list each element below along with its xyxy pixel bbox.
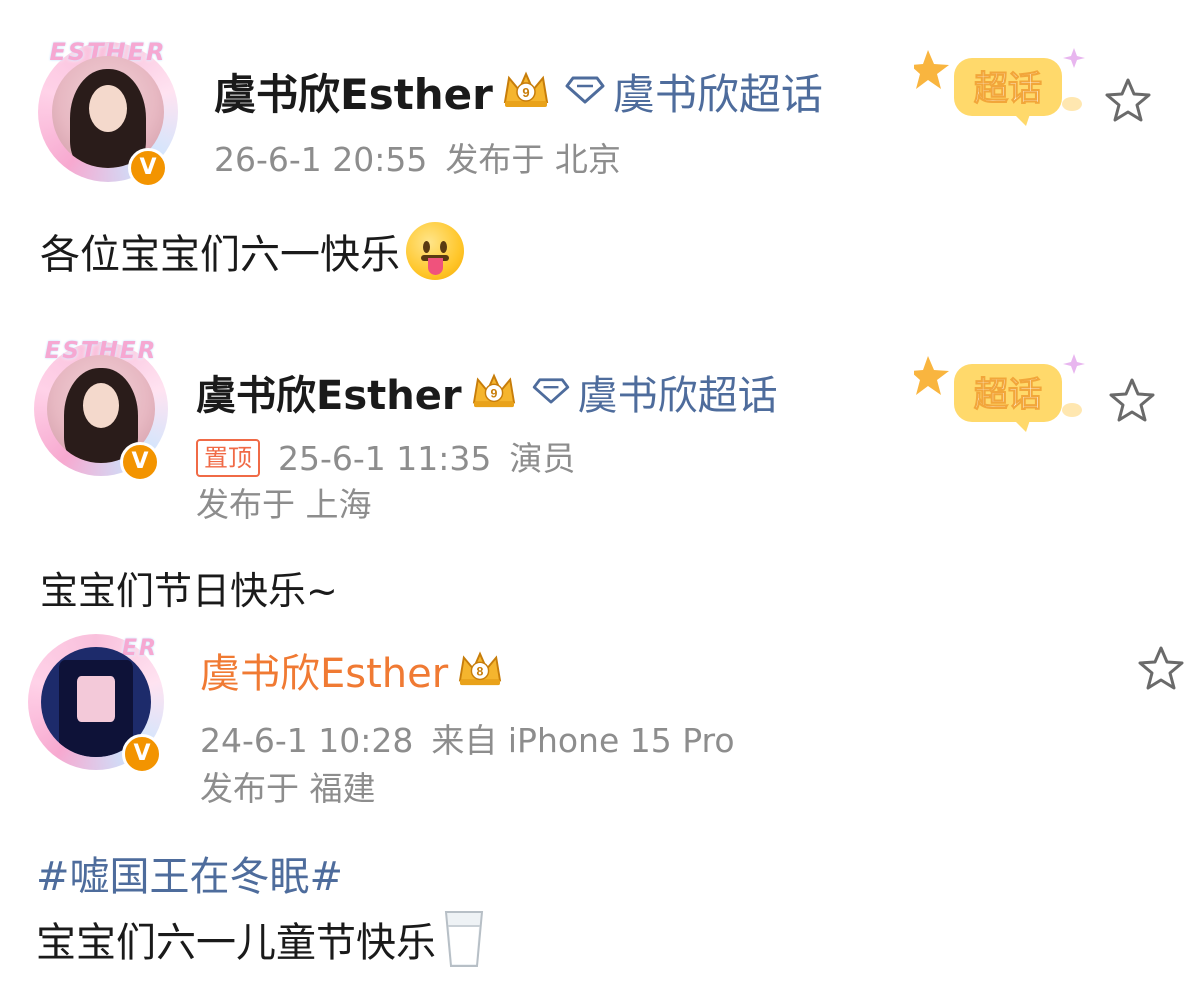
post-timestamp: 26-6-1 20:55 xyxy=(214,140,428,179)
crown-level-number: 9 xyxy=(522,85,529,100)
author-avatar[interactable]: ER V xyxy=(28,634,164,774)
crown-level-number: 9 xyxy=(490,387,497,401)
post-location: 发布于 上海 xyxy=(196,485,372,524)
favorite-star-icon[interactable] xyxy=(1136,644,1186,694)
supertopic-diamond-icon xyxy=(565,74,605,108)
post-source: 来自 iPhone 15 Pro xyxy=(431,721,735,760)
post-1: ESTHER V 虞书欣Esther 9 虞书欣超话 26-6-1 20:55 发… xyxy=(0,0,1197,320)
chaohua-badge-label: 超话 xyxy=(974,375,1042,415)
author-name[interactable]: 虞书欣Esther xyxy=(214,61,493,122)
author-avatar[interactable]: ESTHER V xyxy=(34,338,168,482)
post-text: 宝宝们六一儿童节快乐 xyxy=(36,920,436,966)
pinned-badge: 置顶 xyxy=(196,439,260,477)
verified-badge-icon: V xyxy=(120,442,160,482)
verified-badge-icon: V xyxy=(122,734,162,774)
post-text: 各位宝宝们六一快乐 xyxy=(40,232,400,278)
post-meta: 置顶 25-6-1 11:35 演员 xyxy=(196,432,593,480)
supertopic-link[interactable]: 虞书欣超话 xyxy=(578,363,778,421)
crown-level-icon: 9 xyxy=(470,370,518,414)
post-location: 发布于 北京 xyxy=(445,140,621,179)
hashtag-link[interactable]: #嘘国王在冬眠# xyxy=(36,844,343,902)
chaohua-badge[interactable]: 超话 xyxy=(910,40,1090,130)
supertopic-diamond-icon xyxy=(532,376,570,408)
author-role: 演员 xyxy=(509,439,576,478)
crown-level-icon: 8 xyxy=(456,648,504,692)
milk-glass-emoji xyxy=(442,908,486,980)
post-2: ESTHER V 虞书欣Esther 9 虞书欣超话 置顶 25-6-1 11:3… xyxy=(0,320,1197,620)
post-3: ER V 虞书欣Esther 8 24-6-1 10:28 来自 iPhone 1… xyxy=(0,620,1197,986)
author-name[interactable]: 虞书欣Esther xyxy=(200,641,448,699)
post-timestamp: 25-6-1 11:35 xyxy=(278,439,492,478)
post-meta: 24-6-1 10:28 来自 iPhone 15 Pro xyxy=(200,714,753,762)
post-content: 宝宝们六一儿童节快乐 xyxy=(36,908,486,980)
author-row: 虞书欣Esther 8 xyxy=(200,642,504,698)
author-row: 虞书欣Esther 9 虞书欣超话 xyxy=(196,364,778,420)
favorite-star-icon[interactable] xyxy=(1103,76,1153,126)
tongue-out-emoji xyxy=(406,222,464,280)
crown-level-icon: 9 xyxy=(501,68,551,114)
post-timestamp: 24-6-1 10:28 xyxy=(200,721,414,760)
post-meta: 26-6-1 20:55 发布于 北京 xyxy=(214,133,639,181)
author-name[interactable]: 虞书欣Esther xyxy=(196,363,462,421)
post-text: 宝宝们节日快乐~ xyxy=(40,569,338,613)
verified-badge-icon: V xyxy=(128,148,168,188)
crown-level-number: 8 xyxy=(477,665,484,679)
author-avatar[interactable]: ESTHER V xyxy=(38,38,178,188)
supertopic-link[interactable]: 虞书欣超话 xyxy=(613,61,823,122)
favorite-star-icon[interactable] xyxy=(1107,376,1157,426)
post-location: 发布于 福建 xyxy=(200,769,376,808)
post-content: 宝宝们节日快乐~ xyxy=(40,560,338,615)
author-row: 虞书欣Esther 9 虞书欣超话 xyxy=(214,62,823,120)
chaohua-badge[interactable]: 超话 xyxy=(910,346,1090,436)
post-content: 各位宝宝们六一快乐 xyxy=(40,222,464,280)
chaohua-badge-label: 超话 xyxy=(974,69,1042,109)
